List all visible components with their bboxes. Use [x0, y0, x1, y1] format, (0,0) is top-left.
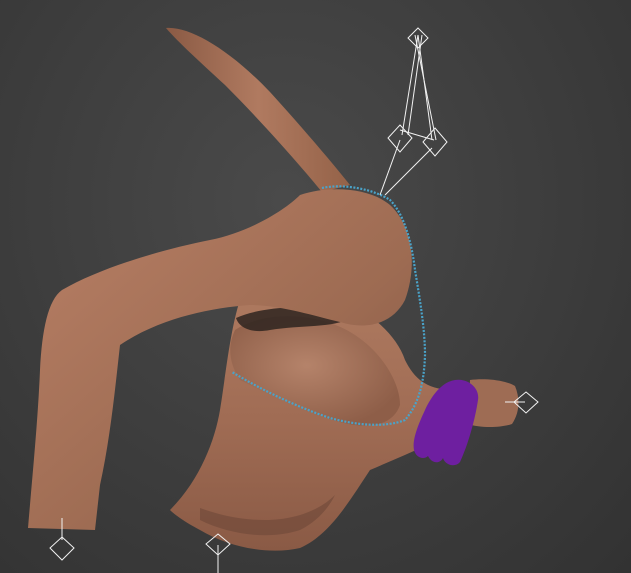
3d-viewport[interactable]	[0, 0, 631, 573]
viewport-canvas[interactable]	[0, 0, 631, 573]
right-helper-icon	[422, 127, 448, 157]
wrist-helper-icon	[49, 536, 75, 561]
raised-arm-mesh[interactable]	[166, 27, 350, 192]
shoulder-helper-chain[interactable]	[379, 27, 448, 196]
